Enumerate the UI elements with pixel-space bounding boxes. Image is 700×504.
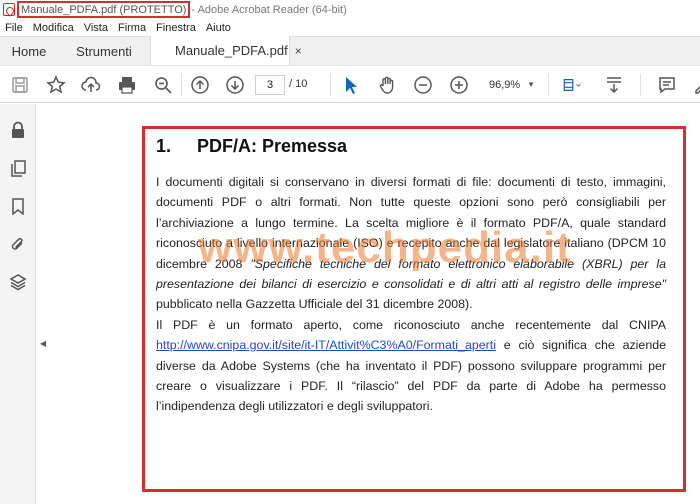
zoom-out-icon[interactable]: [412, 74, 434, 96]
attachment-icon[interactable]: [8, 234, 28, 254]
menu-modifica[interactable]: Modifica: [33, 22, 74, 34]
page-up-icon[interactable]: [189, 74, 211, 96]
upload-cloud-icon[interactable]: [80, 74, 102, 96]
document-body: I documenti digitali si conservano in di…: [156, 172, 666, 417]
star-icon[interactable]: [45, 74, 67, 96]
comment-icon[interactable]: [656, 74, 678, 96]
heading-number: 1.: [156, 136, 172, 156]
tab-document-label: Manuale_PDFA.pdf: [175, 43, 288, 58]
window-file-title: Manuale_PDFA.pdf (PROTETTO): [21, 3, 187, 16]
menu-aiuto[interactable]: Aiuto: [206, 22, 231, 34]
paragraph-1: I documenti digitali si conservano in di…: [156, 172, 666, 315]
tab-document[interactable]: Manuale_PDFA.pdf ×: [150, 36, 302, 65]
lock-icon[interactable]: [8, 120, 28, 140]
file-title-highlight: Manuale_PDFA.pdf (PROTETTO): [17, 1, 191, 18]
section-heading: 1. PDF/A: Premessa: [156, 136, 347, 157]
tab-tools[interactable]: Strumenti: [58, 37, 150, 65]
select-arrow-icon[interactable]: [340, 74, 362, 96]
menu-finestra[interactable]: Finestra: [156, 22, 196, 34]
menu-vista[interactable]: Vista: [84, 22, 108, 34]
scroll-mode-icon[interactable]: [603, 74, 625, 96]
page-total: / 10: [289, 78, 308, 90]
zoom-in-icon[interactable]: [448, 74, 470, 96]
hand-icon[interactable]: [376, 74, 398, 96]
paragraph-2: Il PDF è un formato aperto, come riconos…: [156, 315, 666, 417]
bookmark-icon[interactable]: [8, 196, 28, 216]
close-tab-icon[interactable]: ×: [295, 44, 302, 58]
toolbar-separator: [330, 74, 331, 96]
zoom-value: 96,9%: [489, 79, 521, 91]
toolbar-separator: [548, 74, 549, 96]
cnipa-link[interactable]: http://www.cnipa.gov.it/site/it-IT/Attiv…: [156, 338, 496, 352]
page-number-input[interactable]: 3: [255, 75, 285, 95]
fit-page-icon[interactable]: [558, 74, 586, 96]
left-sidebar: [0, 104, 36, 504]
window-app-title: - Adobe Acrobat Reader (64-bit): [191, 3, 347, 16]
heading-title: PDF/A: Premessa: [197, 136, 348, 156]
pages-icon[interactable]: [8, 158, 28, 178]
paragraph-1-text-b: pubblicato nella Gazzetta Ufficiale del …: [156, 297, 473, 312]
menu-firma[interactable]: Firma: [118, 22, 146, 34]
toolbar: 3 / 10 96,9% ▼: [0, 65, 700, 103]
layers-icon[interactable]: [8, 272, 28, 292]
menu-file[interactable]: File: [5, 22, 23, 34]
tab-home[interactable]: Home: [0, 37, 58, 65]
find-icon[interactable]: [152, 74, 174, 96]
acrobat-app-icon: [3, 3, 15, 16]
collapse-panel-icon[interactable]: ◀: [40, 339, 48, 349]
chevron-down-icon: ▼: [527, 80, 535, 89]
tab-bar: Home Strumenti Manuale_PDFA.pdf ×: [0, 36, 700, 65]
save-icon[interactable]: [9, 74, 31, 96]
toolbar-separator: [640, 74, 641, 96]
menu-bar: File Modifica Vista Firma Finestra Aiuto: [0, 19, 700, 36]
paragraph-2-text-a: Il PDF è un formato aperto, come riconos…: [156, 317, 666, 332]
print-icon[interactable]: [116, 74, 138, 96]
toolbar-separator: [181, 74, 182, 96]
title-bar: Manuale_PDFA.pdf (PROTETTO) - Adobe Acro…: [0, 0, 700, 19]
page-down-icon[interactable]: [224, 74, 246, 96]
zoom-dropdown[interactable]: 96,9% ▼: [481, 76, 541, 94]
sign-icon[interactable]: [692, 74, 700, 96]
doc-left-gutter: [36, 104, 52, 504]
